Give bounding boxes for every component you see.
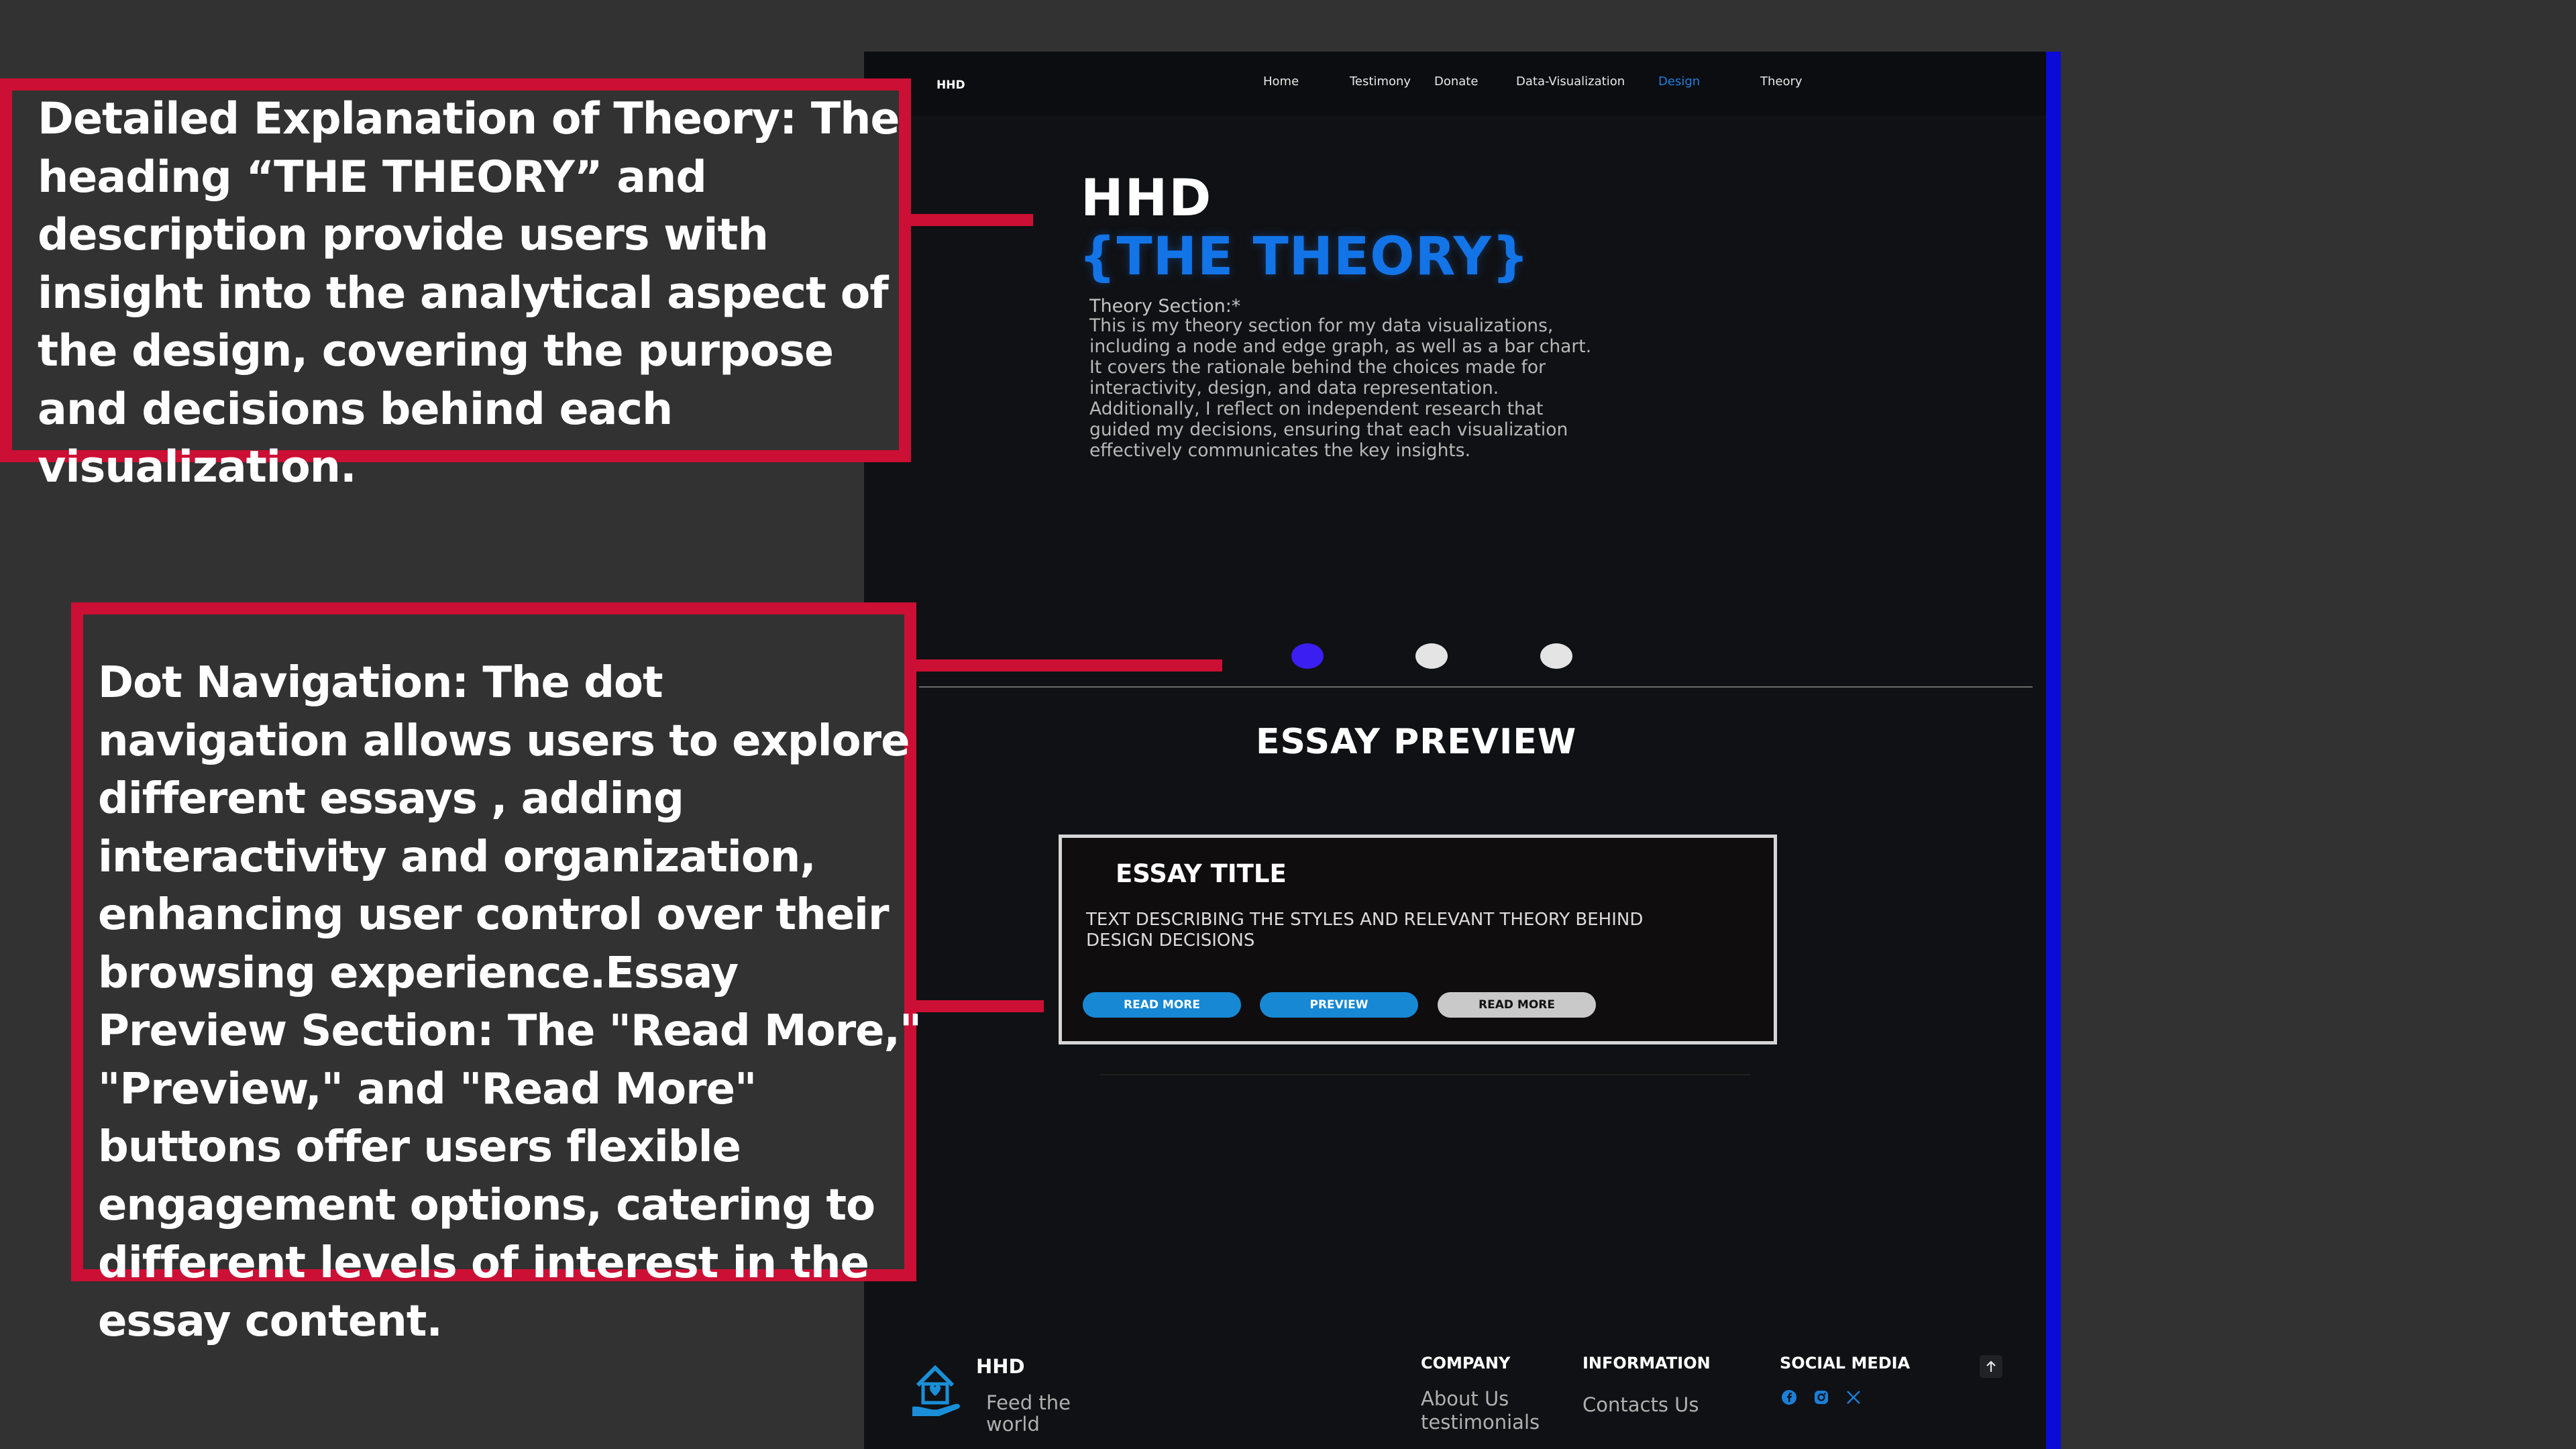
footer-social-heading: SOCIAL MEDIA — [1780, 1354, 1911, 1373]
scrollbar[interactable] — [2046, 52, 2061, 1449]
nav-link-testimony[interactable]: Testimony — [1350, 74, 1411, 89]
nav-dot-1[interactable] — [1291, 643, 1324, 669]
scroll-to-top-button[interactable] — [1980, 1355, 2002, 1378]
instagram-icon[interactable] — [1813, 1389, 1829, 1405]
preview-button[interactable]: PREVIEW — [1260, 992, 1418, 1018]
footer-link-testimonials[interactable]: testimonials — [1421, 1411, 1540, 1434]
nav-dot-2[interactable] — [1415, 643, 1448, 669]
annotation-connector-3 — [915, 1000, 1044, 1012]
annotation-connector-2 — [915, 659, 1222, 672]
house-hand-logo-icon[interactable] — [908, 1358, 966, 1416]
theory-section-label: Theory Section:* — [1089, 296, 1241, 317]
annotation-connector-1 — [911, 214, 1033, 226]
card-shadow-line — [1100, 1074, 1751, 1075]
essay-preview-heading: ESSAY PREVIEW — [1256, 722, 1577, 762]
nav-link-theory[interactable]: Theory — [1760, 74, 1803, 89]
nav-logo[interactable]: HHD — [936, 78, 965, 92]
footer-information-heading: INFORMATION — [1582, 1354, 1711, 1373]
nav-link-design[interactable]: Design — [1658, 74, 1700, 89]
footer-brand: HHD — [976, 1355, 1025, 1378]
footer-link-about[interactable]: About Us — [1421, 1387, 1509, 1410]
essay-card: ESSAY TITLE TEXT DESCRIBING THE STYLES A… — [1059, 835, 1777, 1044]
essay-description: TEXT DESCRIBING THE STYLES AND RELEVANT … — [1086, 910, 1644, 951]
nav-link-donate[interactable]: Donate — [1434, 74, 1478, 89]
footer-company-heading: COMPANY — [1421, 1354, 1511, 1373]
theory-description: This is my theory section for my data vi… — [1089, 315, 1592, 461]
annotation-text-theory: Detailed Explanation of Theory: The head… — [38, 94, 900, 492]
essay-title: ESSAY TITLE — [1116, 859, 1287, 888]
read-more-button[interactable]: READ MORE — [1083, 992, 1241, 1018]
nav-dot-3[interactable] — [1540, 643, 1572, 669]
footer-link-contacts[interactable]: Contacts Us — [1582, 1393, 1699, 1416]
facebook-icon[interactable] — [1781, 1389, 1797, 1405]
x-icon[interactable] — [1845, 1389, 1862, 1405]
section-divider — [919, 686, 2033, 688]
nav-link-home[interactable]: Home — [1263, 74, 1299, 89]
footer-tagline: Feed the world — [986, 1391, 1071, 1436]
top-navbar: HHD Home Testimony Donate Data-Visualiza… — [864, 52, 2046, 115]
hero-title: HHD — [1081, 168, 1213, 227]
nav-link-data-visualization[interactable]: Data-Visualization — [1516, 74, 1625, 89]
arrow-up-icon — [1986, 1360, 1996, 1372]
hero-subtitle: {THE THEORY} — [1079, 227, 1530, 287]
read-more-secondary-button[interactable]: READ MORE — [1438, 992, 1596, 1018]
annotation-text-dot-navigation: Dot Navigation: The dot navigation allow… — [98, 658, 922, 1346]
